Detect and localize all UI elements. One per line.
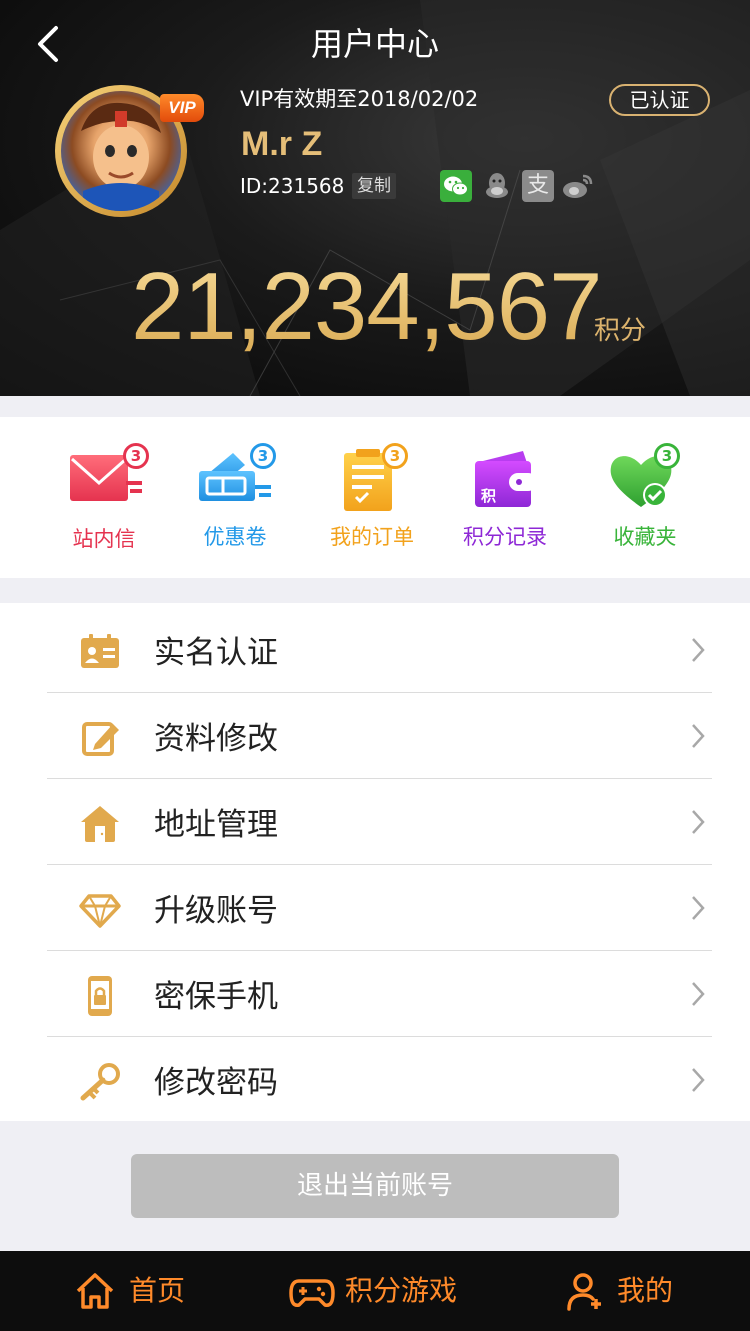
bottom-tab-bar: 首页 积分游戏 我的 [0, 1251, 750, 1331]
user-id: ID:231568 [240, 174, 345, 198]
chevron-right-icon [692, 896, 705, 920]
chevron-right-icon [692, 724, 705, 748]
quick-label: 站内信 [72, 527, 136, 551]
user-name: M.r Z [241, 125, 323, 163]
menu-item-security-phone[interactable]: 密保手机 [47, 951, 712, 1037]
qq-icon[interactable] [481, 170, 513, 202]
quick-label: 积分记录 [463, 525, 547, 549]
chevron-right-icon [692, 810, 705, 834]
menu-label: 地址管理 [154, 807, 278, 843]
menu-item-change-password[interactable]: 修改密码 [47, 1037, 712, 1123]
points-value: 21,234,567 [131, 253, 602, 360]
menu-label: 升级账号 [154, 893, 278, 929]
tab-label: 我的 [617, 1274, 674, 1307]
quick-label: 收藏夹 [613, 525, 677, 549]
page-title: 用户中心 [310, 25, 439, 63]
logout-button[interactable]: 退出当前账号 [131, 1154, 619, 1218]
menu-item-edit-profile[interactable]: 资料修改 [47, 693, 712, 779]
alipay-icon[interactable]: 支 [522, 170, 554, 202]
user-add-icon [567, 1273, 601, 1311]
weibo-icon[interactable] [561, 170, 593, 202]
diamond-icon [79, 894, 121, 928]
chevron-right-icon [692, 982, 705, 1006]
favorites-badge: 3 [654, 443, 680, 469]
tab-label: 积分游戏 [345, 1274, 458, 1307]
menu-label: 实名认证 [154, 635, 278, 671]
quick-entries: 3 站内信 3 优惠卷 3 我的订单 积 积分记录 3 收藏夹 [0, 417, 750, 578]
tab-mine[interactable]: 我的 [566, 1251, 686, 1331]
coupons-badge: 3 [250, 443, 276, 469]
wechat-icon[interactable] [440, 170, 472, 202]
id-card-icon [81, 634, 119, 668]
tab-home[interactable]: 首页 [74, 1251, 194, 1331]
quick-item-messages[interactable]: 3 站内信 [37, 417, 171, 578]
points-unit: 积分 [594, 316, 647, 346]
copy-id-button[interactable]: 复制 [352, 173, 396, 199]
chevron-right-icon [692, 638, 705, 662]
gamepad-icon [289, 1279, 335, 1307]
quick-item-orders[interactable]: 3 我的订单 [305, 417, 439, 578]
orders-badge: 3 [382, 443, 408, 469]
wallet-icon: 积 [475, 451, 537, 507]
menu-label: 修改密码 [154, 1065, 278, 1101]
quick-label: 我的订单 [330, 525, 414, 549]
home-icon [76, 1273, 114, 1309]
chevron-right-icon [692, 1068, 705, 1092]
profile-header: 用户中心 VIP VIP有效期至2018/02/02 已认证 M.r Z ID:… [0, 0, 750, 396]
menu-label: 密保手机 [154, 979, 278, 1015]
menu-item-address[interactable]: 地址管理 [47, 779, 712, 865]
edit-icon [82, 722, 119, 756]
tab-points-game[interactable]: 积分游戏 [289, 1251, 459, 1331]
verified-badge: 已认证 [609, 84, 710, 116]
menu-item-upgrade[interactable]: 升级账号 [47, 865, 712, 951]
wallet-char: 积 [481, 487, 496, 505]
vip-expiry-text: VIP有效期至2018/02/02 [240, 87, 479, 111]
phone-lock-icon [88, 976, 112, 1016]
quick-item-favorites[interactable]: 3 收藏夹 [578, 417, 712, 578]
settings-menu: 实名认证 资料修改 地址管理 升级账号 密保手机 修改密码 [0, 603, 750, 1121]
key-icon [80, 1063, 120, 1101]
menu-label: 资料修改 [154, 721, 278, 757]
messages-badge: 3 [123, 443, 149, 469]
house-icon [81, 806, 119, 842]
quick-label: 优惠卷 [203, 525, 267, 549]
tab-label: 首页 [129, 1274, 186, 1307]
quick-item-points-record[interactable]: 积 积分记录 [438, 417, 572, 578]
vip-badge: VIP [160, 94, 204, 122]
menu-item-real-name[interactable]: 实名认证 [47, 607, 712, 693]
quick-item-coupons[interactable]: 3 优惠卷 [168, 417, 302, 578]
